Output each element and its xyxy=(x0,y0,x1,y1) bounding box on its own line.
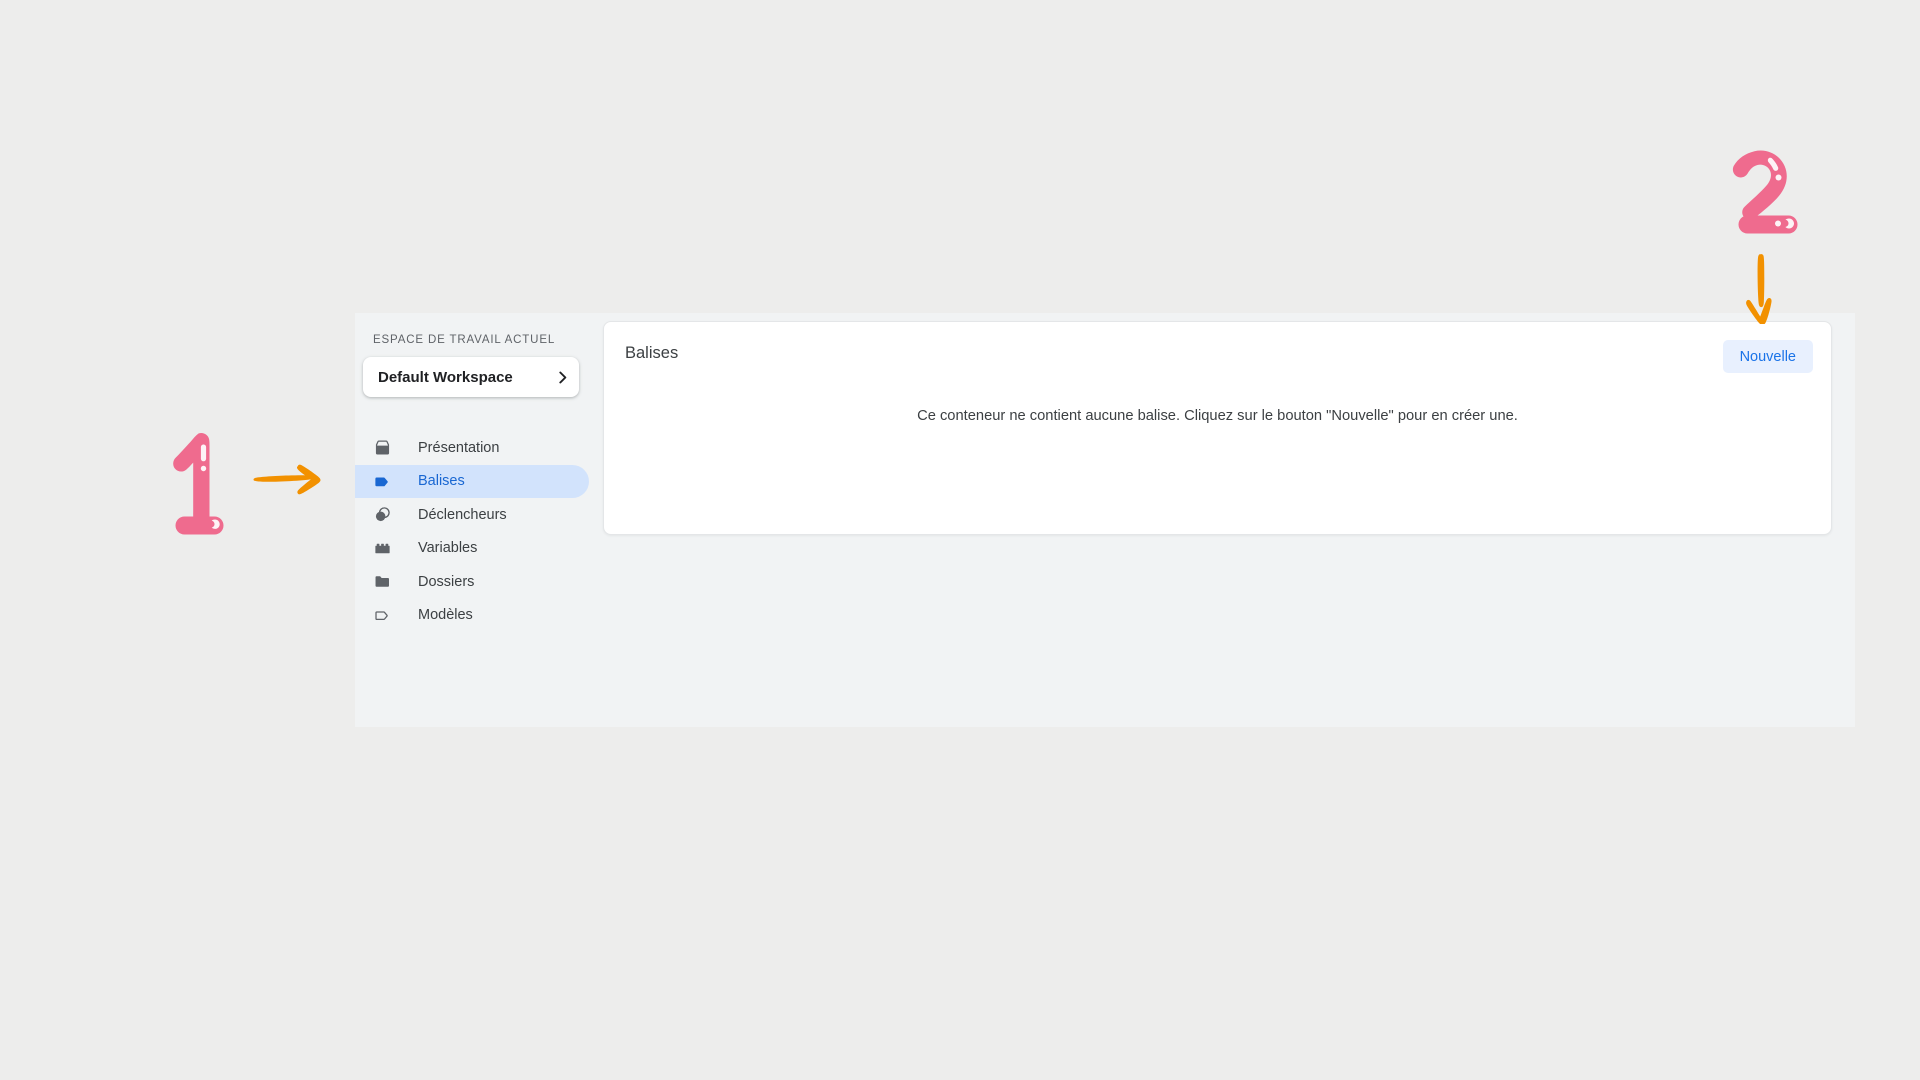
tags-card: Balises Nouvelle Ce conteneur ne contien… xyxy=(603,321,1832,535)
step-1-number xyxy=(168,428,230,541)
empty-state-message: Ce conteneur ne contient aucune balise. … xyxy=(917,408,1518,424)
inbox-icon xyxy=(371,437,393,459)
sidebar-item-label: Présentation xyxy=(418,439,500,456)
folder-icon xyxy=(371,571,393,593)
tag-filled-icon xyxy=(371,470,393,492)
tag-outline-icon xyxy=(371,604,393,626)
page-title: Balises xyxy=(625,344,679,362)
workspace-selector[interactable]: Default Workspace xyxy=(363,357,579,397)
sidebar-item-label: Balises xyxy=(418,473,465,490)
step-1-arrow xyxy=(252,458,322,507)
screenshot-root: ESPACE DE TRAVAIL ACTUEL Default Workspa… xyxy=(0,0,1920,1080)
sidebar-item-label: Déclencheurs xyxy=(418,506,507,523)
sidebar-item-label: Variables xyxy=(418,540,478,557)
step-2-number xyxy=(1718,148,1808,239)
brick-icon xyxy=(371,537,393,559)
workspace-section-label: ESPACE DE TRAVAIL ACTUEL xyxy=(373,334,556,346)
workspace-name: Default Workspace xyxy=(378,368,513,386)
new-tag-button[interactable]: Nouvelle xyxy=(1722,340,1813,373)
sidebar-item-dossiers[interactable]: Dossiers xyxy=(355,565,589,599)
sidebar-item-variables[interactable]: Variables xyxy=(355,532,589,566)
sidebar-item-label: Dossiers xyxy=(418,573,475,590)
sidebar-item-declencheurs[interactable]: Déclencheurs xyxy=(355,498,589,532)
sidebar-item-label: Modèles xyxy=(418,607,473,624)
sidebar-item-balises[interactable]: Balises xyxy=(355,464,589,498)
sidebar-item-modeles[interactable]: Modèles xyxy=(355,599,589,633)
overlapping-circles-icon xyxy=(371,504,393,526)
tag-manager-panel: ESPACE DE TRAVAIL ACTUEL Default Workspa… xyxy=(355,313,1855,727)
sidebar-nav: Présentation Balises Déclencheurs Variab… xyxy=(355,431,603,632)
chevron-right-icon xyxy=(545,370,579,385)
sidebar-item-presentation[interactable]: Présentation xyxy=(355,431,589,465)
sidebar: ESPACE DE TRAVAIL ACTUEL Default Workspa… xyxy=(355,313,603,727)
